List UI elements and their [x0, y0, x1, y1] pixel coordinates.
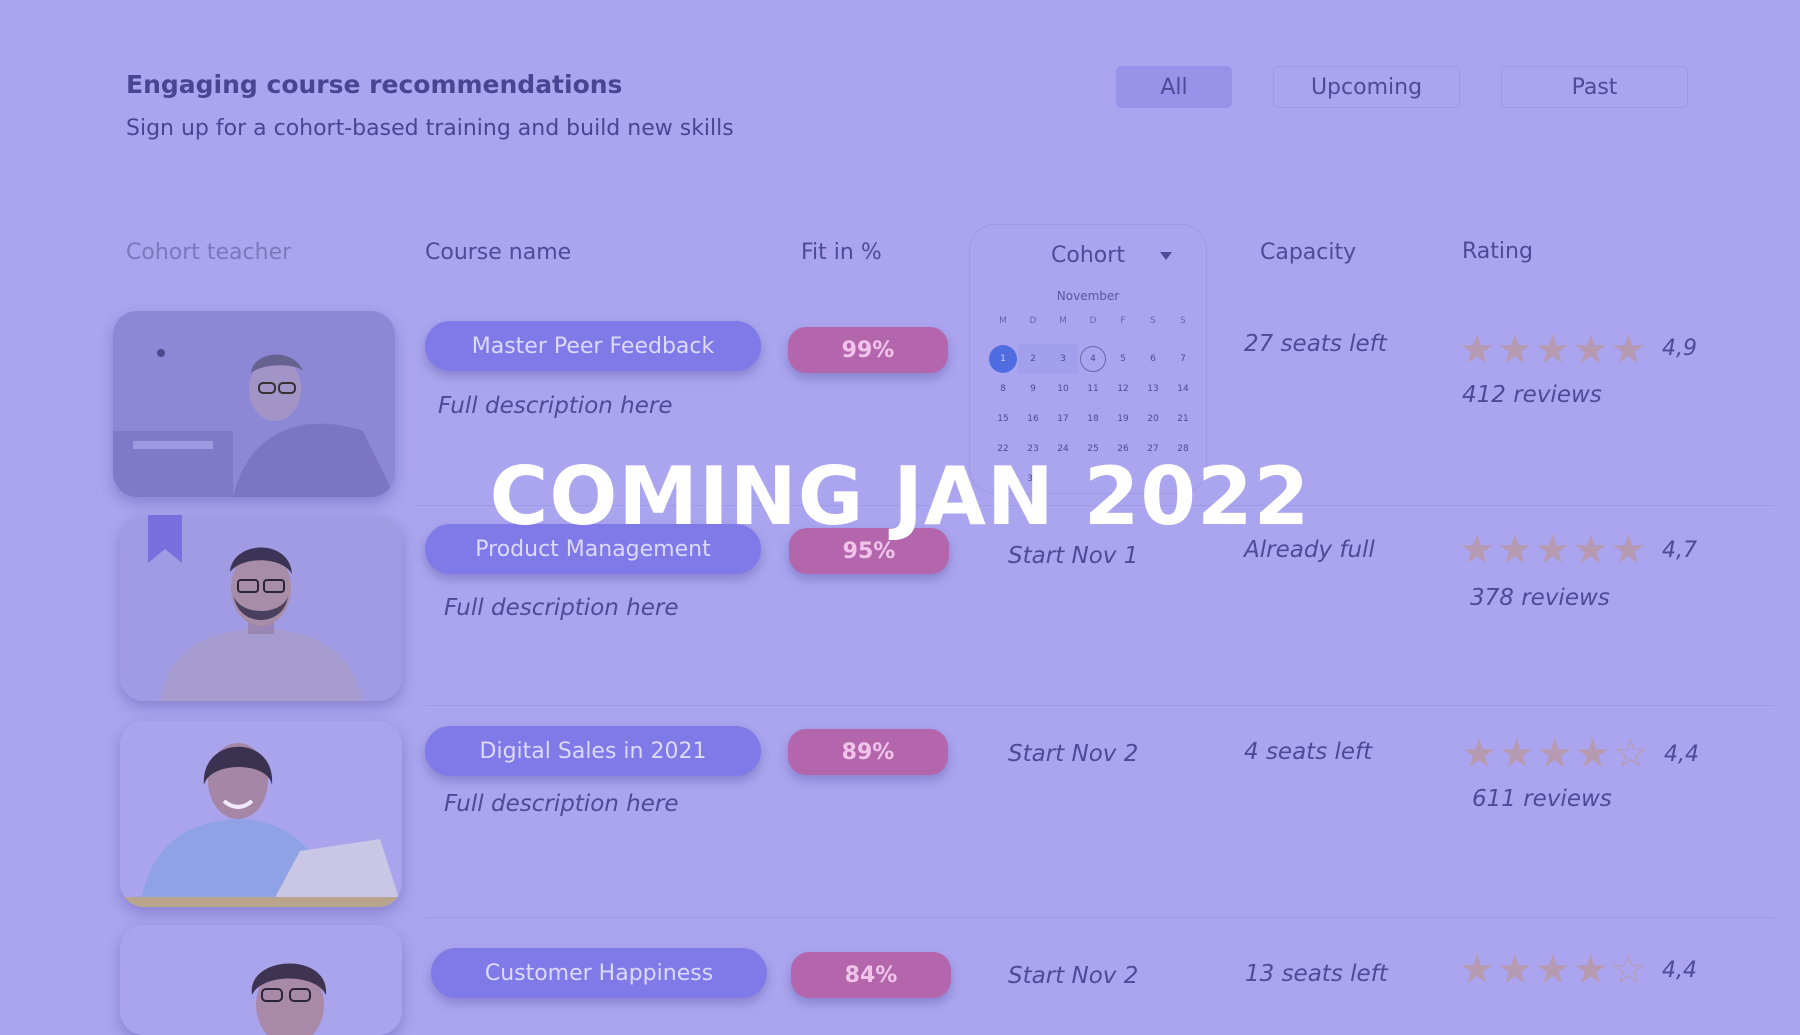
tab-past[interactable]: Past — [1501, 66, 1688, 108]
teacher-photo — [120, 925, 402, 1035]
calendar-day[interactable]: 1 — [989, 345, 1017, 373]
capacity-text: 4 seats left — [1244, 739, 1373, 765]
calendar-day[interactable]: 5 — [1108, 344, 1138, 374]
column-header-teacher: Cohort teacher — [126, 240, 292, 265]
calendar-weekday: M — [999, 316, 1007, 326]
star-icon: ☆ — [1612, 731, 1649, 777]
calendar-day[interactable]: 6 — [1138, 344, 1168, 374]
chevron-down-icon[interactable] — [1160, 252, 1172, 260]
star-icon: ★ — [1610, 327, 1647, 373]
calendar-day[interactable]: 4 — [1080, 346, 1106, 372]
star-icon: ★ — [1572, 327, 1609, 373]
course-name-button[interactable]: Digital Sales in 2021 — [425, 726, 761, 776]
calendar-day[interactable]: 11 — [1078, 374, 1108, 404]
capacity-text: 27 seats left — [1244, 331, 1387, 357]
star-rating: ★★★★☆ — [1459, 950, 1648, 990]
calendar-day[interactable]: 10 — [1048, 374, 1078, 404]
calendar-day[interactable]: 3 — [1048, 344, 1078, 374]
fit-badge: 84% — [791, 952, 951, 998]
rating-value: 4,4 — [1664, 742, 1699, 767]
capacity-text: 13 seats left — [1245, 961, 1388, 987]
calendar-day[interactable]: 2 — [1018, 344, 1048, 374]
star-icon: ★ — [1459, 947, 1495, 993]
cohort-start-text: Start Nov 2 — [1008, 741, 1139, 767]
calendar-day[interactable]: 12 — [1108, 374, 1138, 404]
fit-badge: 89% — [788, 729, 948, 775]
row-divider — [426, 705, 1774, 706]
row-divider — [426, 917, 1774, 918]
tab-all[interactable]: All — [1116, 66, 1232, 108]
teacher-photo — [120, 721, 402, 907]
star-icon: ☆ — [1610, 947, 1647, 993]
rating-value: 4,9 — [1662, 336, 1697, 361]
rating-value: 4,4 — [1662, 958, 1697, 983]
course-name-button[interactable]: Master Peer Feedback — [425, 321, 761, 371]
calendar-weekday: F — [1120, 316, 1126, 326]
calendar-month: November — [1056, 289, 1120, 303]
fit-badge: 99% — [788, 327, 948, 373]
calendar-day[interactable]: 16 — [1018, 404, 1048, 434]
calendar-day[interactable]: 18 — [1078, 404, 1108, 434]
column-header-course: Course name — [425, 240, 572, 265]
coming-soon-overlay: COMING JAN 2022 — [489, 450, 1311, 543]
star-icon: ★ — [1572, 947, 1609, 993]
reviews-count[interactable]: 611 reviews — [1472, 786, 1612, 812]
star-icon: ★ — [1459, 327, 1495, 373]
star-rating: ★★★★★ — [1459, 330, 1648, 370]
page-title: Engaging course recommendations — [126, 70, 623, 99]
calendar-day[interactable]: 14 — [1168, 374, 1198, 404]
calendar-day[interactable]: 19 — [1108, 404, 1138, 434]
cohort-start-text: Start Nov 2 — [1008, 963, 1139, 989]
star-icon: ★ — [1496, 947, 1533, 993]
page-subtitle: Sign up for a cohort-based training and … — [126, 116, 734, 141]
star-rating: ★★★★☆ — [1461, 734, 1650, 774]
calendar-weekday: D — [1029, 316, 1037, 326]
calendar-day[interactable]: 8 — [988, 374, 1018, 404]
calendar-day[interactable]: 21 — [1168, 404, 1198, 434]
calendar-weekday: M — [1059, 316, 1067, 326]
course-description-link[interactable]: Full description here — [438, 393, 673, 419]
calendar-weekday: D — [1089, 316, 1097, 326]
calendar-day[interactable]: 17 — [1048, 404, 1078, 434]
course-description-link[interactable]: Full description here — [444, 595, 679, 621]
calendar-weekday: S — [1150, 316, 1156, 326]
star-icon: ★ — [1574, 731, 1611, 777]
calendar-day[interactable]: 20 — [1138, 404, 1168, 434]
column-header-capacity: Capacity — [1260, 240, 1357, 265]
star-icon: ★ — [1498, 731, 1535, 777]
calendar-day[interactable]: 13 — [1138, 374, 1168, 404]
cohort-start-text: Start Nov 1 — [1008, 543, 1139, 569]
reviews-count[interactable]: 378 reviews — [1470, 585, 1610, 611]
star-icon: ★ — [1534, 327, 1571, 373]
calendar-day[interactable]: 15 — [988, 404, 1018, 434]
star-icon: ★ — [1496, 327, 1533, 373]
reviews-count[interactable]: 412 reviews — [1462, 382, 1602, 408]
column-header-fit: Fit in % — [801, 240, 882, 265]
star-icon: ★ — [1461, 731, 1497, 777]
calendar-day[interactable]: 7 — [1168, 344, 1198, 374]
star-icon: ★ — [1536, 731, 1573, 777]
calendar-day[interactable]: 9 — [1018, 374, 1048, 404]
course-name-button[interactable]: Customer Happiness — [431, 948, 767, 998]
course-description-link[interactable]: Full description here — [444, 791, 679, 817]
tab-upcoming[interactable]: Upcoming — [1273, 66, 1460, 108]
column-header-rating: Rating — [1462, 239, 1533, 264]
calendar-weekday: S — [1180, 316, 1186, 326]
star-icon: ★ — [1534, 947, 1571, 993]
